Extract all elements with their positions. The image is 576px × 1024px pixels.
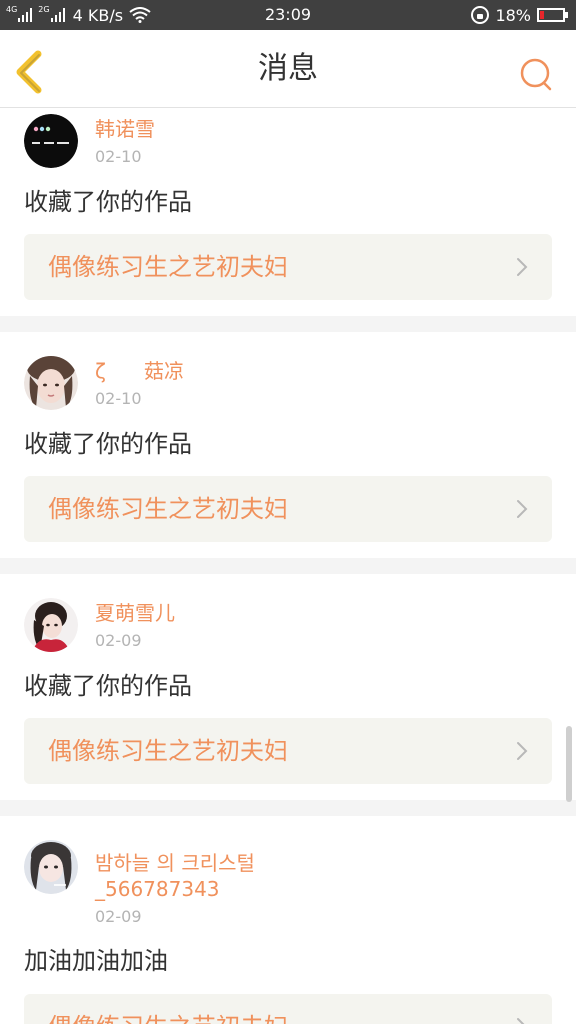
work-link[interactable]: 偶像练习生之艺初夫妇 — [24, 476, 552, 542]
avatar[interactable] — [24, 114, 78, 168]
message-date: 02-10 — [95, 389, 142, 408]
username[interactable]: 夏萌雪儿 — [95, 600, 175, 626]
chevron-right-icon — [517, 1018, 525, 1024]
message-date: 02-09 — [95, 907, 142, 926]
work-title: 偶像练习生之艺初夫妇 — [48, 495, 288, 523]
scrollbar[interactable] — [566, 726, 572, 802]
message-card: 韩诺雪 02-10 收藏了你的作品 偶像练习生之艺初夫妇 — [0, 108, 576, 316]
avatar[interactable] — [24, 840, 78, 894]
status-bar: 4G 2G 4 KB/s 23:09 18% — [0, 0, 576, 30]
message-date: 02-10 — [95, 147, 142, 166]
chevron-right-icon — [517, 258, 528, 276]
username[interactable]: 밤하늘 의 크리스털 — [95, 850, 255, 876]
message-text: 加油加油加油 — [24, 947, 168, 975]
message-card: 밤하늘 의 크리스털 _566787343 02-09 加油加油加油 偶像练习生… — [0, 816, 576, 1024]
search-button[interactable] — [518, 56, 554, 92]
avatar[interactable] — [24, 598, 78, 652]
avatar[interactable] — [24, 356, 78, 410]
username[interactable]: 韩诺雪 — [95, 116, 155, 142]
message-date: 02-09 — [95, 631, 142, 650]
message-text: 收藏了你的作品 — [24, 672, 192, 700]
work-title: 偶像练习生之艺初夫妇 — [48, 737, 288, 765]
rotation-lock-icon — [471, 6, 490, 24]
message-text: 收藏了你的作品 — [24, 430, 192, 458]
message-text: 收藏了你的作品 — [24, 188, 192, 216]
work-link[interactable]: 偶像练习生之艺初夫妇 — [24, 718, 552, 784]
chevron-right-icon — [517, 500, 528, 518]
work-title: 偶像练习生之艺初夫妇 — [48, 253, 288, 281]
work-link[interactable]: 偶像练习生之艺初夫妇 — [24, 234, 552, 300]
work-link[interactable]: 偶像练习生之艺初夫妇 — [24, 994, 552, 1024]
message-card: ζ 菇凉 02-10 收藏了你的作品 偶像练习生之艺初夫妇 — [0, 332, 576, 558]
work-title: 偶像练习生之艺初夫妇 — [48, 994, 288, 1024]
battery-percent: 18% — [495, 5, 531, 25]
message-card: 夏萌雪儿 02-09 收藏了你的作品 偶像练习生之艺初夫妇 — [0, 574, 576, 800]
search-icon — [520, 58, 552, 91]
username[interactable]: ζ 菇凉 — [95, 358, 184, 384]
chevron-right-icon — [517, 742, 528, 760]
app-header: 消息 — [0, 30, 576, 108]
username-line-2[interactable]: _566787343 — [95, 876, 220, 902]
message-feed[interactable]: 韩诺雪 02-10 收藏了你的作品 偶像练习生之艺初夫妇 ζ 菇凉 02-10 … — [0, 108, 576, 1024]
status-right: 18% — [471, 0, 568, 30]
page-title: 消息 — [258, 51, 318, 86]
battery-icon — [537, 8, 568, 22]
